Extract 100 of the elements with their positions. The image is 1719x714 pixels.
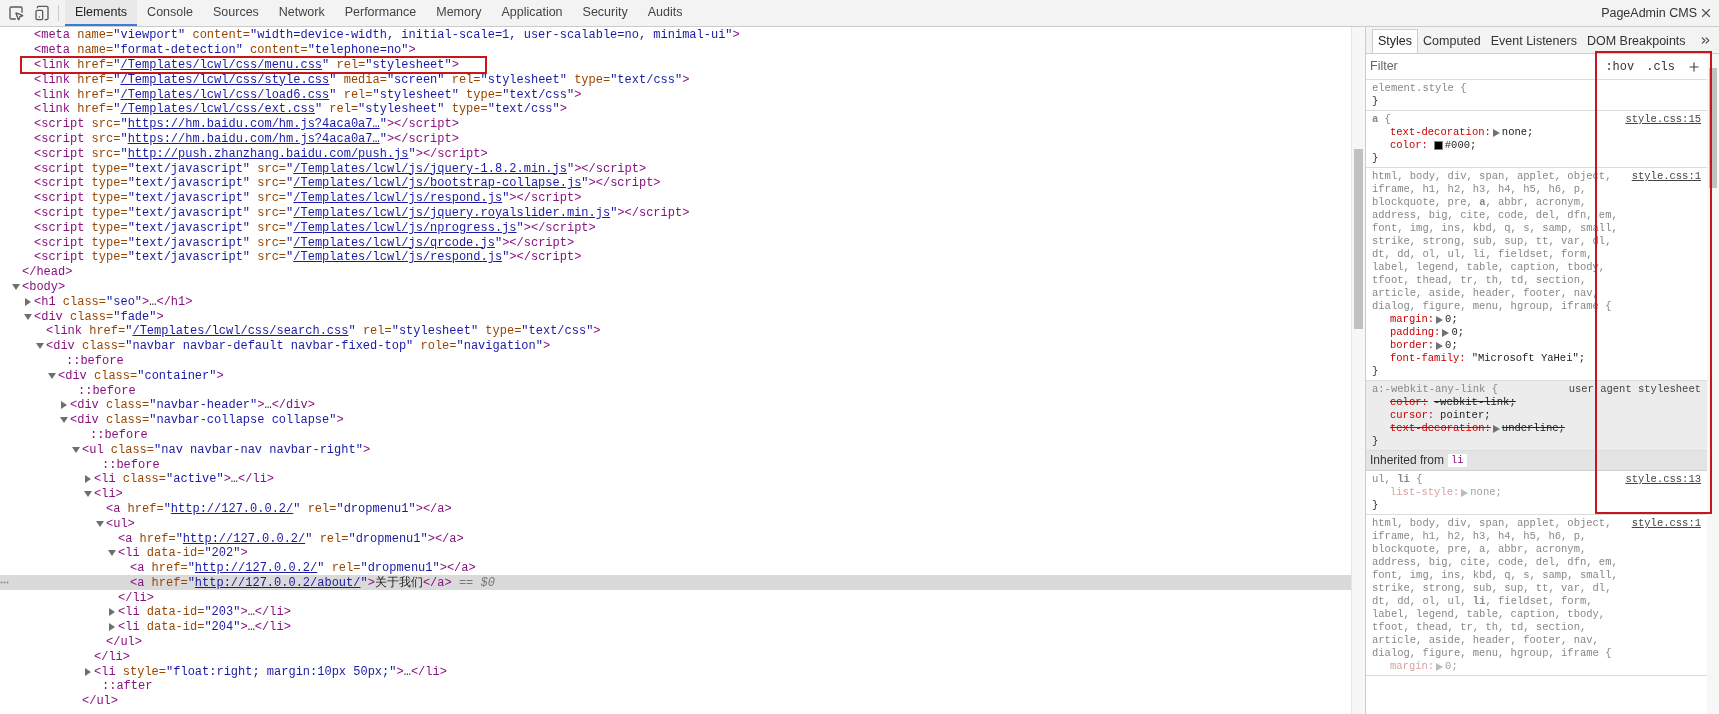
triangle-right-icon[interactable] <box>108 608 116 617</box>
property-name[interactable]: font-family: <box>1390 352 1466 365</box>
close-icon[interactable] <box>1699 6 1713 20</box>
code-line: <script type="text/javascript" src="/Templates/lcwl/js/nprogress.js"></script> <box>34 220 596 235</box>
code-line: <div class="navbar navbar-default navbar-fixed-top" role="navigation"> <box>46 339 551 354</box>
triangle-right-icon[interactable] <box>108 623 116 632</box>
property-name[interactable]: cursor: <box>1390 409 1435 422</box>
property-value[interactable]: "Microsoft YaHei"; <box>1471 352 1586 365</box>
triangle-right-icon[interactable] <box>60 401 68 410</box>
pseudo-element: ::after <box>102 679 153 694</box>
triangle-right-icon[interactable] <box>84 667 92 676</box>
expand-triangle-icon[interactable] <box>1436 315 1444 324</box>
triangle-down-icon[interactable] <box>60 416 68 425</box>
property-name[interactable]: margin: <box>1390 313 1435 326</box>
sidebar-tab[interactable]: DOM Breakpoints <box>1581 29 1691 53</box>
panel-tab[interactable]: Audits <box>637 0 693 26</box>
code-line: <script type="text/javascript" src="/Templates/lcwl/js/respond.js"></script> <box>34 191 582 206</box>
color-swatch[interactable] <box>1433 141 1443 150</box>
source-link[interactable]: style.css:1 <box>1631 517 1701 530</box>
toggle-button[interactable]: .cls <box>1646 57 1675 76</box>
expand-triangle-icon[interactable] <box>1492 424 1500 433</box>
code-line: <a href="http://127.0.0.2/" rel="dropmenu1"></a> <box>106 501 452 516</box>
code-line: <ul class="nav navbar-nav navbar-right"> <box>82 442 371 457</box>
pseudo-element: ::before <box>90 427 148 442</box>
property-value[interactable]: underline; <box>1501 422 1565 435</box>
code-line: <div class="fade"> <box>34 309 164 324</box>
sidebar-tab[interactable]: Event Listeners <box>1485 29 1582 53</box>
property-name[interactable]: text-decoration: <box>1390 422 1491 435</box>
property-value[interactable]: 0; <box>1445 313 1458 326</box>
property-value[interactable]: 0; <box>1451 326 1465 339</box>
expand-triangle-icon[interactable] <box>1436 341 1444 350</box>
selected-row[interactable]: <a href="http://127.0.0.2/about/">关于我们</a> == $0 <box>0 575 1351 591</box>
inspect-icon[interactable] <box>8 5 24 21</box>
code-line: <script src="https://hm.baidu.com/hm.js?4aca0a7…"></script> <box>34 132 459 146</box>
property-name[interactable]: padding: <box>1390 326 1441 339</box>
code-line: <ul> <box>106 516 135 531</box>
inherited-label: Inherited from <box>1370 454 1445 467</box>
code-line: <li> <box>94 487 123 502</box>
code-line: <script type="text/javascript" src="/Templates/lcwl/js/bootstrap-collapse.js"></script> <box>34 176 661 191</box>
device-toolbar-icon[interactable] <box>34 5 50 21</box>
sidebar-tab[interactable]: Computed <box>1418 29 1486 53</box>
property-name[interactable]: border: <box>1390 339 1435 352</box>
code-line: <script type="text/javascript" src="/Templates/lcwl/js/respond.js"></script> <box>34 250 582 265</box>
more-icon[interactable] <box>0 581 9 585</box>
scrollbar-thumb[interactable] <box>1709 68 1717 188</box>
code-line: <link href="/Templates/lcwl/css/load6.css" rel="stylesheet" type="text/css"> <box>34 87 582 102</box>
closing-brace: } <box>1372 435 1380 448</box>
triangle-down-icon[interactable] <box>24 312 32 321</box>
code-line: <script type="text/javascript" src="/Templates/lcwl/js/jquery.royalslider.min.js"></script> <box>34 205 690 220</box>
triangle-right-icon[interactable] <box>24 297 32 306</box>
panel-tab[interactable]: Security <box>572 0 638 26</box>
code-line: <li class="active">…</li> <box>94 472 275 487</box>
code-line: <a href="http://127.0.0.2/" rel="dropmenu1"></a> <box>118 531 464 546</box>
element-tag[interactable]: li <box>1448 454 1467 467</box>
property-value[interactable]: -webkit-link; <box>1433 396 1516 409</box>
code-line: </ul> <box>106 635 142 650</box>
css-selector: html, body, div, span, applet, object, iframe, h1, h2, h3, h4, h5, h6, p, blockquote, pre, a, abbr, acronym, address, big, cite, code, del, dfn, em, font, img, ins, kbd, q, s, samp, small, strike, strong, sub, sup, tt, var, dl, dt, dd, ol, ul, li, fieldset, form, label, legend, table, caption, tbody, tfoot, thead, tr, th, td, section, article, aside, header, footer, nav, dialog, figure, menu, hgroup, iframe { <box>1372 517 1619 660</box>
closing-brace: } <box>1372 365 1380 378</box>
triangle-down-icon[interactable] <box>12 282 20 291</box>
css-selector: element.style { <box>1372 82 1468 95</box>
code-line: <div class="container"> <box>58 368 224 383</box>
code-line: </li> <box>118 590 154 605</box>
triangle-down-icon[interactable] <box>48 371 56 380</box>
panel-tab[interactable]: Memory <box>426 0 492 26</box>
property-value[interactable]: pointer; <box>1440 409 1491 422</box>
code-line: <div class="navbar-collapse collapse"> <box>70 413 344 428</box>
triangle-down-icon[interactable] <box>36 342 44 351</box>
panel-tab[interactable]: Sources <box>203 0 269 26</box>
expand-triangle-icon[interactable] <box>1442 328 1450 337</box>
pseudo-element: ::before <box>78 383 136 398</box>
triangle-right-icon[interactable] <box>84 475 92 484</box>
property-name[interactable]: color: <box>1390 139 1428 152</box>
triangle-down-icon[interactable] <box>108 549 116 558</box>
triangle-down-icon[interactable] <box>84 490 92 499</box>
add-icon[interactable] <box>1687 59 1701 74</box>
page-title: PageAdmin CMS <box>1601 4 1697 22</box>
code-line: <li data-id="202"> <box>118 546 248 561</box>
filter-field[interactable]: Filter <box>1370 57 1594 76</box>
source-link[interactable]: style.css:1 <box>1631 170 1701 183</box>
panel-tab[interactable]: Elements <box>65 0 138 26</box>
panel-tab[interactable]: Performance <box>334 0 427 26</box>
property-value[interactable]: none; <box>1501 126 1534 139</box>
code-line: <script type="text/javascript" src="/Templates/lcwl/js/qrcode.js"></script> <box>34 235 575 250</box>
panel-tab[interactable]: Network <box>268 0 335 26</box>
property-name[interactable]: color: <box>1390 396 1428 409</box>
expand-triangle-icon[interactable] <box>1492 128 1500 137</box>
property-value[interactable]: 0; <box>1445 339 1458 352</box>
panel-tab[interactable]: Console <box>137 0 203 26</box>
code-line: <body> <box>22 279 66 294</box>
scrollbar-thumb[interactable] <box>1354 149 1363 329</box>
property-name[interactable]: text-decoration: <box>1390 126 1491 139</box>
triangle-down-icon[interactable] <box>96 519 104 528</box>
sidebar-tab[interactable]: Styles <box>1372 29 1419 53</box>
source-link[interactable]: style.css:15 <box>1625 113 1701 126</box>
code-line: <script src="http://push.zhanzhang.baidu.com/push.js"></script> <box>34 146 488 161</box>
panel-tab[interactable]: Application <box>491 0 573 26</box>
property-value[interactable]: #000; <box>1444 139 1477 152</box>
toggle-button[interactable]: :hov <box>1605 57 1635 76</box>
triangle-down-icon[interactable] <box>72 445 80 454</box>
source-link[interactable]: style.css:13 <box>1625 473 1701 486</box>
